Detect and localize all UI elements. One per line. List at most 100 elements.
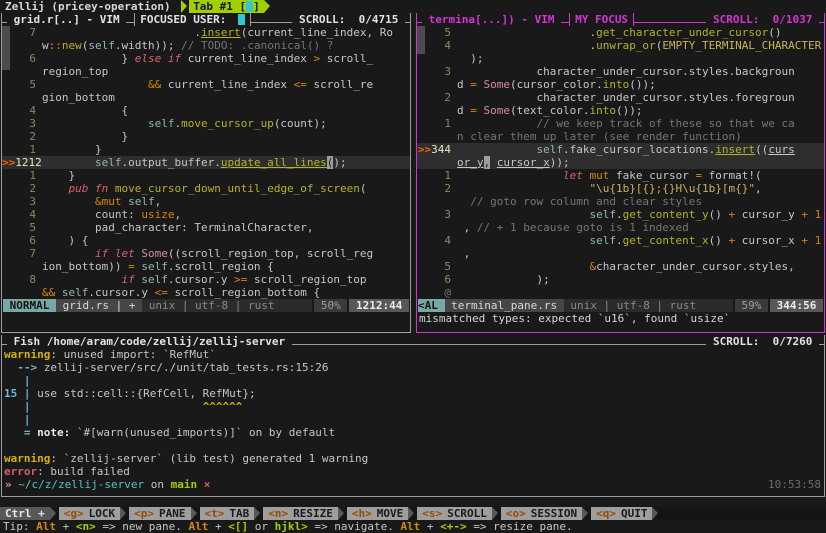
keybinding-bar: Ctrl +<g>LOCK<p>PANE<t>TAB<n>RESIZE<h>MO… [0, 507, 826, 520]
text-segment: { [42, 104, 128, 117]
text-segment: => navigate. [308, 520, 401, 533]
text-segment: character_under_cursor.styles.foregroun [457, 91, 795, 104]
text-segment: 1 [815, 234, 822, 247]
tip-bar: Tip: Alt + <n> => new pane. Alt + <[] or… [0, 520, 826, 533]
text-segment: // we keep track of these so that we ca [457, 117, 795, 130]
text-segment: // goto row column and clear styles [457, 195, 702, 208]
shell-prompt-line[interactable]: » ~/c/z/zellij-server on main × 10:53:58 [2, 478, 824, 491]
code-line: 1 let mut fake_cursor = format!( [417, 169, 824, 182]
code-line: 1 } [2, 143, 410, 156]
clock-text: 10:53:58 [768, 478, 821, 491]
line-number-gutter: 3 [2, 195, 42, 208]
pane-terminal-pane-rs[interactable]: termina[...]) - VIM MY FOCUS SCROLL: 0/1… [416, 13, 825, 333]
text-segment: error [4, 465, 37, 478]
text-segment: , [457, 221, 477, 234]
text-segment: () [709, 208, 729, 221]
line-number-gutter: 1 [417, 117, 457, 130]
text-segment: ( [360, 182, 367, 195]
grid-rs-buffer[interactable]: 7 .insert(current_line_index, Row::new(s… [2, 26, 410, 299]
text-segment: .width)); [115, 39, 181, 52]
text-segment [457, 234, 589, 247]
text-segment: `#[warn(unused_imports)]` on by default [70, 426, 335, 439]
session-name: Zellij (pricey-operation) [5, 0, 177, 13]
line-number-gutter [417, 195, 457, 208]
text-segment [457, 143, 536, 156]
code-line: 5 &character_under_cursor.styles, [417, 260, 824, 273]
text-segment: ((scroll_region_top, scroll_reg [168, 247, 373, 260]
line-number-gutter [2, 260, 42, 273]
line-number-gutter: 6 [2, 234, 42, 247]
scrollbar-thumb [417, 26, 425, 54]
diagnostic-message: mismatched types: expected `u16`, found … [417, 312, 824, 325]
text-segment [457, 260, 589, 273]
text-segment [457, 208, 589, 221]
text-segment: mut [589, 169, 609, 182]
text-segment: // + 1 because goto is 1 indexed [477, 221, 689, 234]
text-segment: current_line_index [181, 52, 313, 65]
text-segment: scroll_region_top [247, 273, 366, 286]
text-segment: (current_line_index, Ro [241, 26, 393, 39]
line-number-gutter: >>344 [417, 143, 457, 156]
text-segment: cursor_x [497, 156, 550, 169]
keybind-label: MOVE [377, 507, 404, 520]
text-segment: EMPTY_TERMINAL_CHARACTER [662, 39, 821, 52]
line-number-gutter [2, 286, 42, 299]
text-segment: : build failed [37, 465, 130, 478]
powerline-arrow-icon [582, 507, 588, 520]
code-line: 8 if self.cursor.y >= scroll_region_top [2, 273, 410, 286]
text-segment: () [768, 26, 781, 39]
code-line: 5 .get_character_under_cursor() [417, 26, 824, 39]
text-segment: ()); [616, 104, 643, 117]
text-segment [42, 182, 69, 195]
code-line: ion_bottom)) = self.scroll_region { [2, 260, 410, 273]
keybind-key: <p> [134, 507, 154, 520]
tab-arrow-left-icon [181, 0, 187, 13]
pane-grid-rs[interactable]: grid.r[..] - VIM FOCUSED USER: SCROLL: 0… [1, 13, 411, 333]
powerline-arrow-icon [50, 507, 56, 520]
text-segment: ion_bottom)) [42, 260, 128, 273]
code-line: ); [417, 52, 824, 65]
line-number-gutter: 2 [2, 130, 42, 143]
keybind-label: TAB [229, 507, 249, 520]
keybind-tab: <t>TAB [200, 507, 255, 520]
text-segment: ); [457, 273, 550, 286]
text-segment: fake_cursor [609, 169, 695, 182]
text-segment: self [88, 39, 115, 52]
text-segment: . [616, 208, 623, 221]
code-line: region_top [2, 65, 410, 78]
keybind-scroll: <s>SCROLL [417, 507, 492, 520]
code-line: 4 { [2, 104, 410, 117]
text-segment [42, 117, 148, 130]
code-line: 6 } else if current_line_index > scroll_ [2, 52, 410, 65]
code-line: 6 ); [417, 273, 824, 286]
powerline-arrow-icon [652, 507, 658, 520]
keybind-label: SESSION [531, 507, 577, 520]
keybind-label: LOCK [89, 507, 116, 520]
status-segment-pct: 59% [735, 299, 768, 312]
line-number-gutter [417, 78, 457, 91]
powerline-arrow-icon [191, 507, 197, 520]
code-line: 2 } [2, 130, 410, 143]
powerline-arrow-icon [338, 507, 344, 520]
line-number-gutter: 1 [2, 143, 42, 156]
text-segment: self [95, 156, 122, 169]
code-line: 4 count: usize, [2, 208, 410, 221]
text-segment: ); [333, 156, 346, 169]
code-line: 7 .insert(current_line_index, Ro [2, 26, 410, 39]
text-segment: . [457, 26, 596, 39]
text-segment: unwrap_or [596, 39, 656, 52]
text-segment: ) { [42, 234, 88, 247]
text-segment [42, 78, 148, 91]
text-segment: note: [37, 426, 70, 439]
keybind-quit: <q>QUIT [591, 507, 652, 520]
text-segment: scroll_region_bottom { [168, 286, 320, 299]
terminal-pane-rs-buffer[interactable]: 5 .get_character_under_cursor()4 .unwrap… [417, 26, 824, 299]
text-segment: move_cursor_down_until_edge_of_screen [115, 182, 360, 195]
text-segment: | [24, 387, 31, 400]
text-segment: Tip: [3, 520, 36, 533]
tab-1[interactable]: Tab #1 [] [189, 0, 264, 13]
pane-fish-shell[interactable]: Fish /home/aram/code/zellij/zellij-serve… [1, 335, 825, 497]
text-segment: (count); [274, 117, 327, 130]
text-segment: } [42, 169, 75, 182]
scrollbar-thumb [2, 26, 10, 70]
